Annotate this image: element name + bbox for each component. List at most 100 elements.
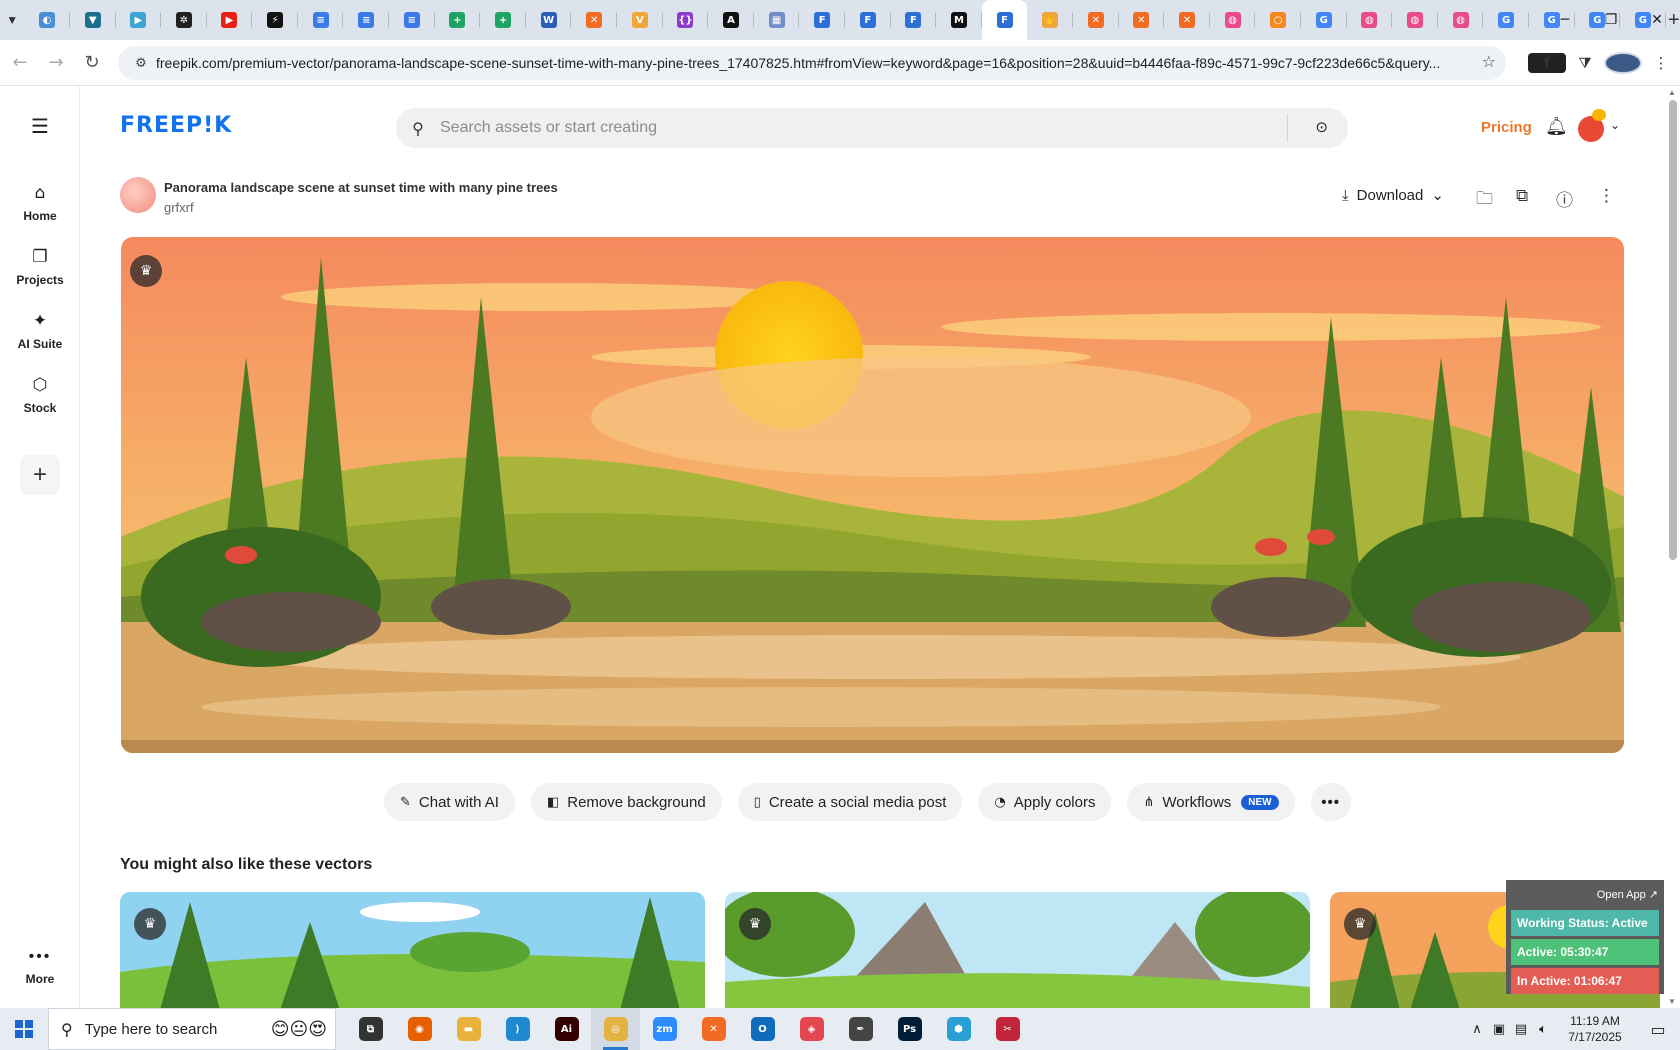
browser-tab[interactable]: ✕ <box>571 0 617 40</box>
author-avatar[interactable] <box>120 177 156 213</box>
browser-tab[interactable]: ○ <box>1255 0 1301 40</box>
browser-tab[interactable]: ▦ <box>754 0 800 40</box>
browser-tab[interactable]: F <box>981 0 1028 40</box>
volume-icon[interactable]: 🔈︎ <box>1532 1022 1554 1037</box>
taskbar-app[interactable]: ✕ <box>689 1008 738 1050</box>
meet-now-icon[interactable]: ▣ <box>1488 1022 1510 1037</box>
taskbar-app[interactable]: O <box>738 1008 787 1050</box>
taskbar-app[interactable]: ✒ <box>836 1008 885 1050</box>
browser-tab[interactable]: F <box>891 0 937 40</box>
taskbar-app[interactable]: ⧉ <box>346 1008 395 1050</box>
browser-tab[interactable]: A <box>708 0 754 40</box>
browser-tab[interactable]: ⚡ <box>252 0 298 40</box>
browser-tab[interactable]: ◍ <box>1210 0 1256 40</box>
menu-icon[interactable]: ☰ <box>28 114 52 138</box>
taskbar-app[interactable]: ⟩ <box>493 1008 542 1050</box>
scroll-up-icon[interactable]: ▲ <box>1668 88 1676 97</box>
page-scrollbar[interactable]: ▲ ▼ <box>1666 86 1680 1008</box>
browser-tab[interactable]: ▶ <box>116 0 162 40</box>
open-app-link[interactable]: Open App ↗ <box>1597 888 1658 901</box>
pricing-link[interactable]: Pricing <box>1481 119 1532 136</box>
remove-background-button[interactable]: ◧ Remove background <box>530 783 722 821</box>
taskbar-clock[interactable]: 11:19 AM 7/17/2025 <box>1554 1013 1636 1045</box>
add-button[interactable]: + <box>20 455 60 495</box>
bookmark-star-icon[interactable]: ☆ <box>1482 52 1496 71</box>
scrollbar-thumb[interactable] <box>1669 100 1677 560</box>
chevron-down-icon[interactable]: ⌄ <box>1610 118 1620 132</box>
network-icon[interactable]: ▤ <box>1510 1022 1532 1037</box>
browser-tab[interactable]: + <box>435 0 481 40</box>
browser-tab[interactable]: ◍ <box>1392 0 1438 40</box>
browser-tab[interactable]: W <box>526 0 572 40</box>
url-text[interactable]: freepik.com/premium-vector/panorama-land… <box>156 55 1456 71</box>
more-actions-button[interactable]: ••• <box>1310 783 1351 821</box>
start-button[interactable] <box>0 1008 48 1050</box>
sidebar-item-home[interactable]: ⌂ Home <box>0 181 80 223</box>
taskbar-app[interactable]: Ps <box>885 1008 934 1050</box>
browser-tab[interactable]: G <box>1483 0 1529 40</box>
sidebar-more[interactable]: ••• More <box>0 948 80 986</box>
browser-tab[interactable]: ◍ <box>1438 0 1484 40</box>
create-a-social-media-post-button[interactable]: ▯ Create a social media post <box>737 783 963 821</box>
browser-tab[interactable]: F <box>799 0 845 40</box>
taskbar-app[interactable]: ▬ <box>444 1008 493 1050</box>
taskbar-app[interactable]: ◉ <box>395 1008 444 1050</box>
browser-tab[interactable]: ✲ <box>161 0 207 40</box>
browser-tab[interactable]: ≡ <box>389 0 435 40</box>
tab-search-button[interactable]: ▼ <box>6 6 18 34</box>
asset-preview-image[interactable]: ♛ <box>121 237 1624 753</box>
browser-tab[interactable]: G <box>1301 0 1347 40</box>
scroll-down-icon[interactable]: ▼ <box>1668 997 1676 1006</box>
browser-tab[interactable]: ◐ <box>24 0 70 40</box>
browser-tab[interactable]: ✕ <box>1164 0 1210 40</box>
browser-tab[interactable]: ◍ <box>1347 0 1393 40</box>
taskbar-app[interactable]: zm <box>640 1008 689 1050</box>
browser-tab[interactable]: ▶ <box>207 0 253 40</box>
taskbar-app[interactable]: ◎ <box>591 1008 640 1050</box>
taskbar-app[interactable]: Ai <box>542 1008 591 1050</box>
sidebar-item-ai-suite[interactable]: ✦ AI Suite <box>0 309 80 351</box>
taskbar-app[interactable]: ◈ <box>787 1008 836 1050</box>
taskbar-search[interactable]: ⚲ Type here to search 😊😐😍 <box>48 1008 336 1050</box>
related-thumbnail[interactable]: ♛ <box>120 892 705 1010</box>
extensions-puzzle-icon[interactable]: ⧩ <box>1566 54 1604 72</box>
browser-tab[interactable]: F <box>845 0 891 40</box>
browser-tab[interactable]: M <box>936 0 982 40</box>
browser-tab[interactable]: ✕ <box>1073 0 1119 40</box>
back-button[interactable]: ← <box>4 47 36 79</box>
bell-icon[interactable]: 🔔︎ <box>1545 116 1568 137</box>
tray-chevron-icon[interactable]: ∧ <box>1466 1022 1488 1037</box>
author-name[interactable]: grfxrf <box>164 200 194 215</box>
extension-f-button[interactable]: f <box>1528 53 1566 73</box>
browser-tab[interactable]: {} <box>663 0 709 40</box>
browser-tab[interactable]: ≡ <box>343 0 389 40</box>
browser-menu-icon[interactable]: ⋮ <box>1642 54 1680 72</box>
browser-tab[interactable]: ✋ <box>1027 0 1073 40</box>
minimize-button[interactable]: ─ <box>1542 0 1588 40</box>
notifications-icon[interactable]: ▭ <box>1636 1020 1680 1039</box>
address-bar[interactable]: ⚙ freepik.com/premium-vector/panorama-la… <box>118 46 1506 80</box>
site-info-icon[interactable]: ⚙ <box>126 56 156 71</box>
chat-with-ai-button[interactable]: ✎ Chat with AI <box>384 783 515 821</box>
browser-tab[interactable]: ≡ <box>298 0 344 40</box>
related-thumbnail[interactable]: ♛ <box>725 892 1310 1010</box>
restore-button[interactable]: ❐ <box>1588 0 1634 40</box>
more-options-icon[interactable]: ⋮ <box>1598 186 1615 206</box>
taskbar-app[interactable]: ✂ <box>983 1008 1032 1050</box>
taskbar-app[interactable]: ⬢ <box>934 1008 983 1050</box>
browser-tab[interactable]: + <box>480 0 526 40</box>
browser-tab[interactable]: ✕ <box>1119 0 1165 40</box>
apply-colors-button[interactable]: ◔ Apply colors <box>978 783 1112 821</box>
info-icon[interactable]: ⓘ <box>1556 186 1573 211</box>
reload-button[interactable]: ↻ <box>76 47 108 79</box>
download-button[interactable]: ⤓ Download ⌄ <box>1342 186 1444 204</box>
browser-tab[interactable]: ▼ <box>70 0 116 40</box>
camera-icon[interactable]: ⊙ <box>1315 118 1328 136</box>
profile-button[interactable] <box>1604 52 1642 74</box>
workflows-button[interactable]: ⋔ Workflows NEW <box>1127 783 1295 821</box>
mockup-icon[interactable]: ⧉ <box>1516 186 1528 206</box>
search-input[interactable] <box>440 119 1270 137</box>
freepik-logo[interactable]: FREEP!K <box>120 113 232 138</box>
forward-button[interactable]: → <box>40 47 72 79</box>
sidebar-item-projects[interactable]: ❐ Projects <box>0 245 80 287</box>
